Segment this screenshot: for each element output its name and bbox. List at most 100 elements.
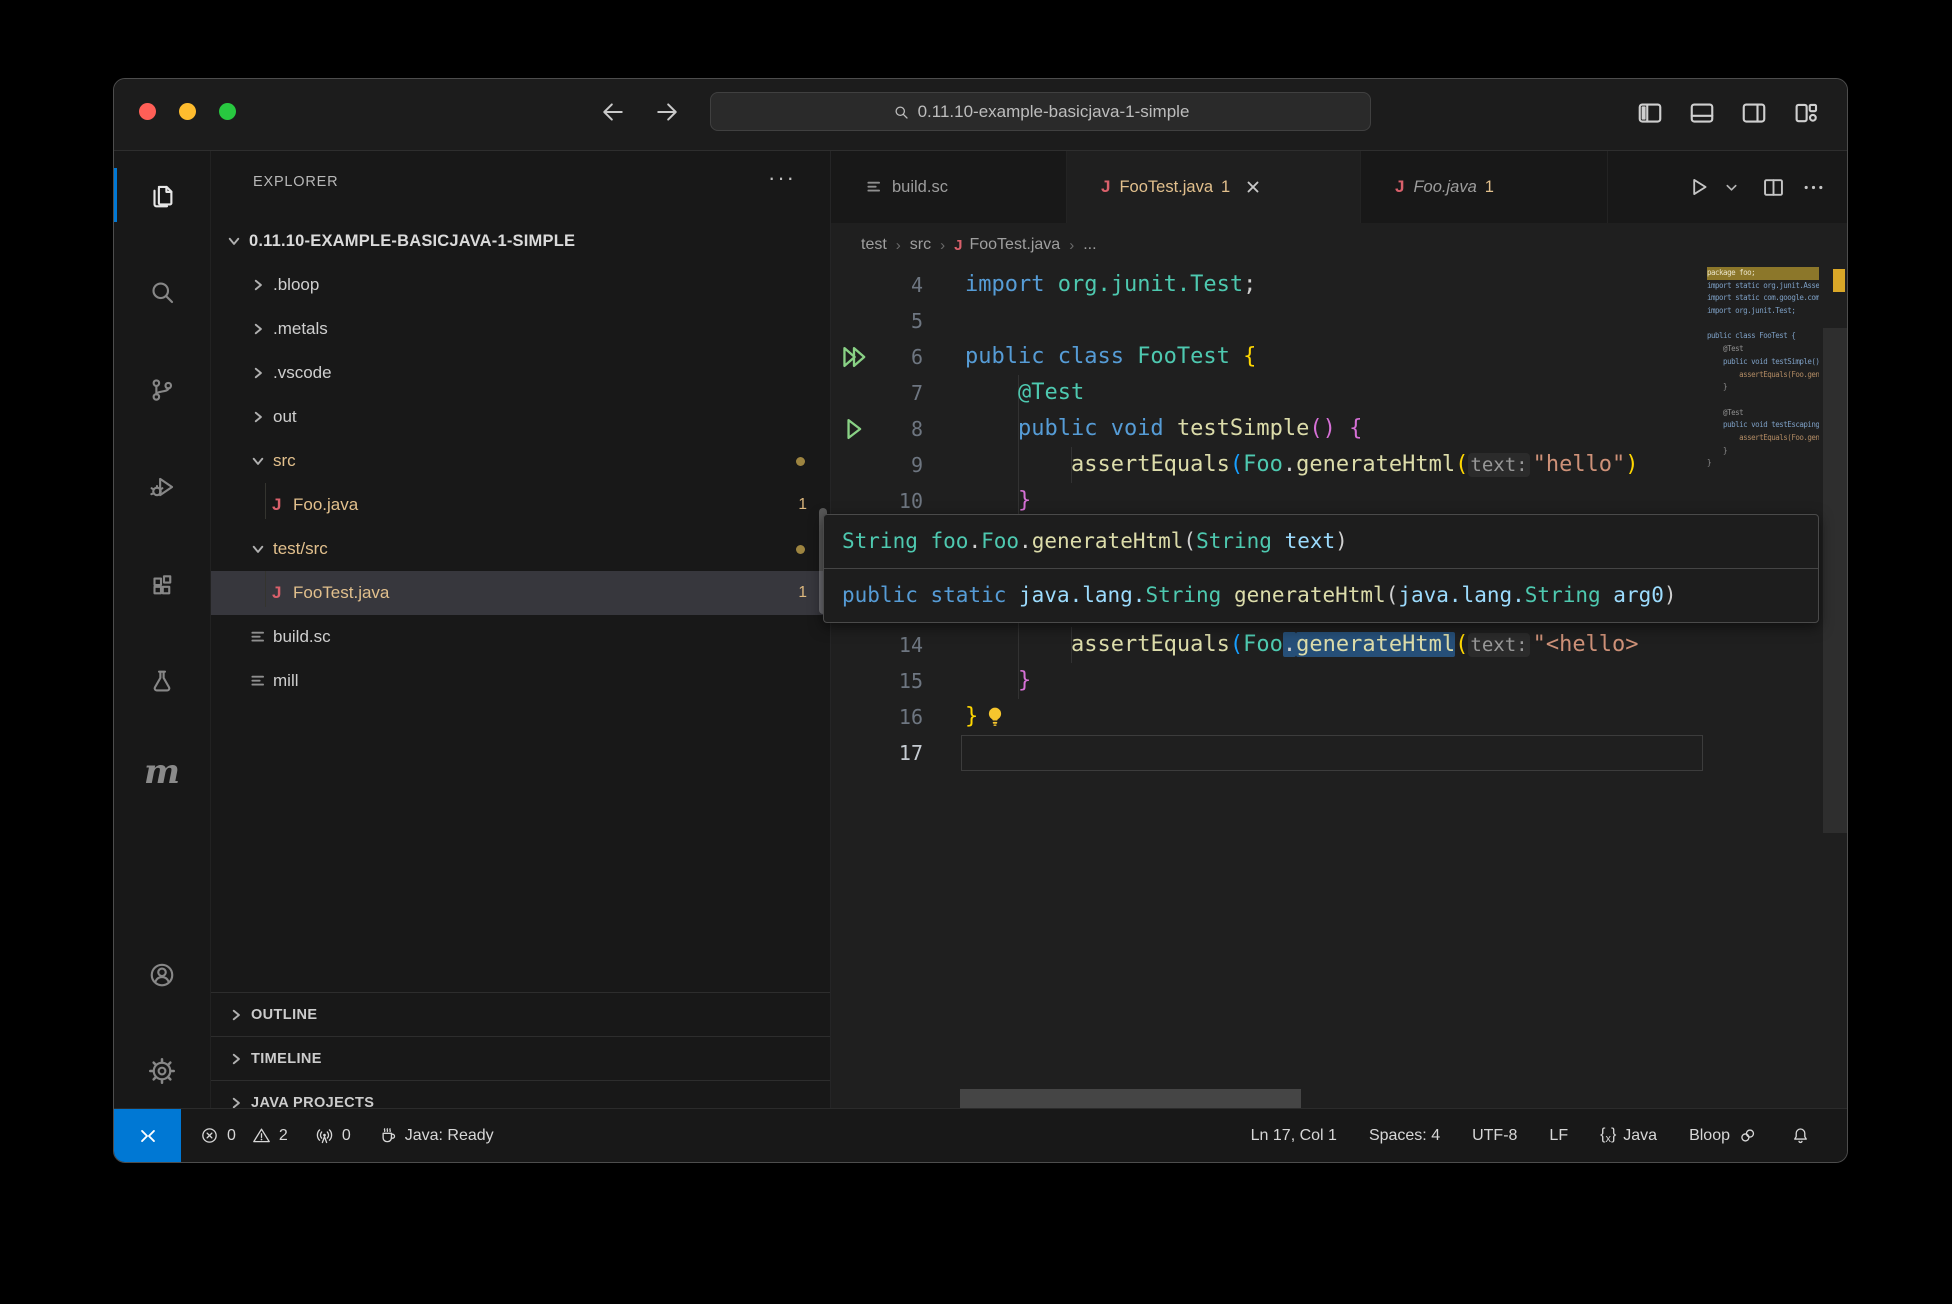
chevron-right-icon [249,408,273,426]
activity-item-mill[interactable]: m [114,747,210,797]
more-actions-icon[interactable]: ··· [768,165,796,191]
tree-item-src[interactable]: src [211,439,831,483]
close-window-button[interactable] [139,103,156,120]
minimap-line: package foo; [1707,267,1819,280]
activity-item-search[interactable] [114,267,210,317]
problem-count-badge: 1 [798,496,807,514]
tree-item-test-src[interactable]: test/src [211,527,831,571]
encoding[interactable]: UTF-8 [1472,1127,1517,1145]
code-line-16: 16} [831,699,1707,735]
run-dropdown-chevron-icon[interactable] [1724,180,1739,195]
split-editor-button[interactable] [1760,174,1787,201]
chevron-right-icon [227,1050,251,1068]
customize-layout-button[interactable] [1791,98,1821,128]
line-number: 4 [831,267,923,303]
minimap-line [1707,394,1819,407]
workbench: m EXPLORER ··· 0.11.10-EXAMPLE-BASICJAVA… [114,151,1847,1110]
notifications-bell-icon[interactable] [1790,1125,1811,1146]
java-file-icon: J [1395,177,1404,197]
activity-item-extensions[interactable] [114,560,210,610]
editor-more-actions-button[interactable] [1800,174,1827,201]
activity-item-source-control[interactable] [114,365,210,415]
activity-item-run-and-debug[interactable] [114,462,210,512]
tree-item--bloop[interactable]: .bloop [211,263,831,307]
breadcrumb-item[interactable]: ... [1083,236,1096,254]
breadcrumb-item[interactable]: JFooTest.java [954,236,1060,254]
problems-status[interactable]: 0 2 [199,1125,288,1146]
tab-footest-java[interactable]: JFooTest.java1 [1067,151,1361,223]
breadcrumb-item[interactable]: test [861,236,887,254]
chevron-right-icon [249,320,273,338]
tree-item-build-sc[interactable]: build.sc [211,615,831,659]
toggle-secondary-sidebar-button[interactable] [1739,98,1769,128]
code-line-17: 17 [831,735,1707,771]
modified-dot-badge [796,457,805,466]
tree-item-footest-java[interactable]: JFooTest.java1 [211,571,831,615]
line-number: 14 [831,627,923,663]
bloop-status[interactable]: Bloop [1689,1125,1758,1146]
activity-item-accounts[interactable] [114,950,210,1000]
close-tab-icon[interactable] [1244,178,1262,196]
braces-icon: {x} [1600,1126,1616,1145]
eol-sequence[interactable]: LF [1549,1127,1568,1145]
editor-group: build.scJFooTest.java1JFoo.java1 test›sr… [831,151,1848,1110]
indentation[interactable]: Spaces: 4 [1369,1127,1440,1145]
breadcrumb-item[interactable]: src [910,236,931,254]
hover-signature: String foo.Foo.generateHtml(String text) [824,515,1818,568]
toggle-panel-button[interactable] [1687,98,1717,128]
ports-status[interactable]: 0 [314,1125,351,1146]
activity-item-testing[interactable] [114,656,210,706]
code-line-7: 7 @Test [831,375,1707,411]
modified-dot-badge [796,545,805,554]
forward-button[interactable] [653,98,681,126]
indent-guide [265,483,266,519]
command-center[interactable]: 0.11.10-example-basicjava-1-simple [710,92,1371,131]
java-file-icon: J [269,583,293,603]
tree-item-mill[interactable]: mill [211,659,831,703]
toggle-primary-sidebar-button[interactable] [1635,98,1665,128]
tree-item--vscode[interactable]: .vscode [211,351,831,395]
minimize-window-button[interactable] [179,103,196,120]
accounts-icon [147,960,177,990]
remote-indicator[interactable] [114,1109,181,1162]
minimap[interactable]: package foo;import static org.junit.Asse… [1707,267,1819,487]
line-number: 15 [831,663,923,699]
remote-icon [137,1125,159,1147]
minimap-line: @Test [1707,343,1819,356]
vscode-window: 0.11.10-example-basicjava-1-simple m EXP… [113,78,1848,1163]
tree-item--metals[interactable]: .metals [211,307,831,351]
command-center-label: 0.11.10-example-basicjava-1-simple [918,102,1190,122]
minimap-line: public void testEscaping() { [1707,419,1819,432]
vertical-scrollbar[interactable] [1823,328,1848,833]
back-button[interactable] [599,98,627,126]
linked-rings-icon [1737,1125,1758,1146]
maximize-window-button[interactable] [219,103,236,120]
chevron-down-icon [225,232,249,250]
section-java-projects[interactable]: JAVA PROJECTS [211,1080,831,1110]
activity-item-manage[interactable] [114,1046,210,1096]
tab-foo-java[interactable]: JFoo.java1 [1361,151,1608,223]
tree-item-out[interactable]: out [211,395,831,439]
run-java-button[interactable] [1685,174,1711,200]
tab-build-sc[interactable]: build.sc [831,151,1067,223]
code-line-6: 6public class FooTest { [831,339,1707,375]
title-bar[interactable]: 0.11.10-example-basicjava-1-simple [114,79,1847,151]
line-number: 17 [831,735,923,771]
minimap-line: } [1707,381,1819,394]
activity-item-explorer[interactable] [114,170,210,220]
cursor-position[interactable]: Ln 17, Col 1 [1251,1127,1337,1145]
error-icon [199,1125,220,1146]
breadcrumb[interactable]: test›src›JFooTest.java›... [831,223,1848,267]
code-line-5: 5 [831,303,1707,339]
radio-tower-icon [314,1125,335,1146]
code-editor[interactable]: 4import org.junit.Test;56public class Fo… [831,267,1707,1110]
tree-item-foo-java[interactable]: JFoo.java1 [211,483,831,527]
java-status[interactable]: Java: Ready [377,1125,494,1146]
desktop: 0.11.10-example-basicjava-1-simple m EXP… [0,0,1952,1304]
language-mode[interactable]: {x} Java [1600,1126,1657,1145]
section-timeline[interactable]: TIMELINE [211,1036,831,1080]
extensions-icon [147,570,177,600]
lightbulb-icon[interactable] [982,703,1008,729]
tree-item-0-11-10-example-basicjava-1-simple[interactable]: 0.11.10-EXAMPLE-BASICJAVA-1-SIMPLE [211,219,831,263]
section-outline[interactable]: OUTLINE [211,992,831,1036]
